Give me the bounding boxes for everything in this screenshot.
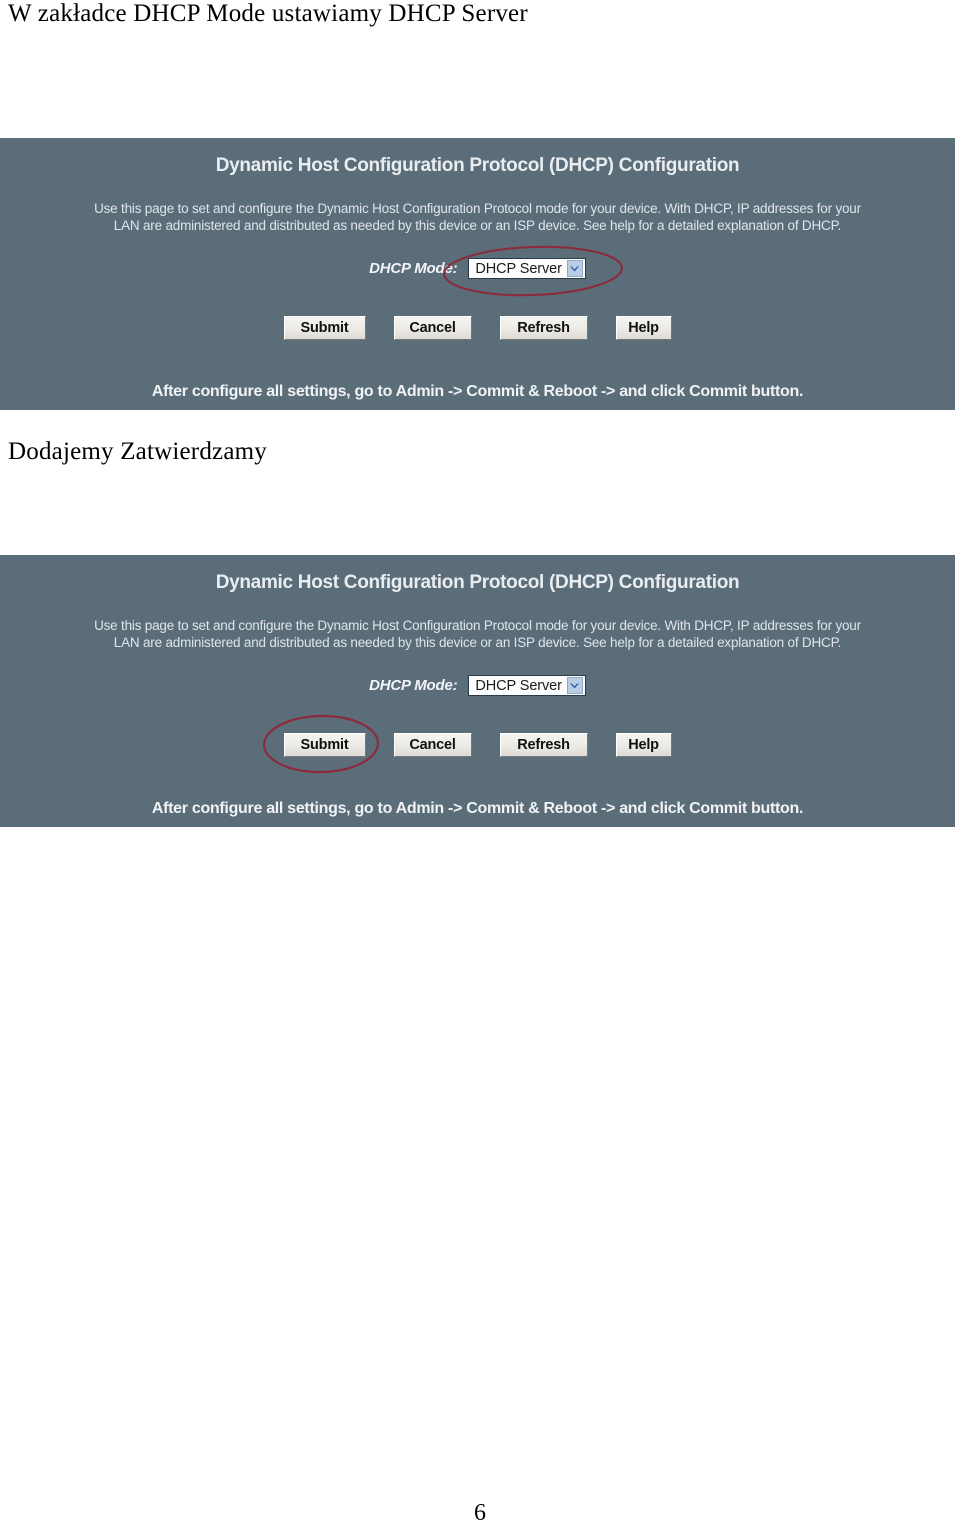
page-number: 6 [474, 1500, 486, 1526]
panel-description: Use this page to set and configure the D… [14, 200, 941, 234]
chevron-down-icon[interactable] [566, 260, 583, 277]
panel-description: Use this page to set and configure the D… [14, 617, 941, 651]
panel-description-line-2: LAN are administered and distributed as … [113, 635, 842, 650]
panel-title: Dynamic Host Configuration Protocol (DHC… [215, 572, 740, 593]
dhcp-mode-selected-value: DHCP Server [475, 677, 562, 694]
panel-title: Dynamic Host Configuration Protocol (DHC… [215, 155, 740, 176]
action-button-row: Submit Cancel Refresh Help [0, 733, 955, 757]
dhcp-mode-row: DHCP Mode: DHCP Server [0, 258, 955, 279]
dhcp-config-screenshot-first: Dynamic Host Configuration Protocol (DHC… [0, 138, 955, 410]
panel-description-line-2: LAN are administered and distributed as … [113, 218, 842, 233]
refresh-button[interactable]: Refresh [499, 733, 588, 757]
cancel-button[interactable]: Cancel [393, 733, 472, 757]
dhcp-mode-select[interactable]: DHCP Server [468, 675, 586, 696]
panel-description-line-1: Use this page to set and configure the D… [94, 201, 861, 216]
dhcp-mode-label: DHCP Mode: [369, 677, 458, 694]
panel-description-line-1: Use this page to set and configure the D… [94, 618, 861, 633]
submit-button[interactable]: Submit [283, 316, 366, 340]
submit-button[interactable]: Submit [283, 733, 366, 757]
chevron-down-icon[interactable] [566, 677, 583, 694]
dhcp-mode-selected-value: DHCP Server [475, 260, 562, 277]
dhcp-mode-select[interactable]: DHCP Server [468, 258, 586, 279]
dhcp-mode-label: DHCP Mode: [369, 260, 458, 277]
action-button-row: Submit Cancel Refresh Help [0, 316, 955, 340]
page-heading: W zakładce DHCP Mode ustawiamy DHCP Serv… [8, 0, 528, 27]
mid-note: Dodajemy Zatwierdzamy [8, 438, 267, 465]
dhcp-mode-row: DHCP Mode: DHCP Server [0, 675, 955, 696]
panel-footer-note: After configure all settings, go to Admi… [151, 383, 804, 400]
help-button[interactable]: Help [615, 733, 672, 757]
cancel-button[interactable]: Cancel [393, 316, 472, 340]
panel-footer-note: After configure all settings, go to Admi… [151, 800, 804, 817]
refresh-button[interactable]: Refresh [499, 316, 588, 340]
help-button[interactable]: Help [615, 316, 672, 340]
dhcp-config-screenshot-second: Dynamic Host Configuration Protocol (DHC… [0, 555, 955, 827]
